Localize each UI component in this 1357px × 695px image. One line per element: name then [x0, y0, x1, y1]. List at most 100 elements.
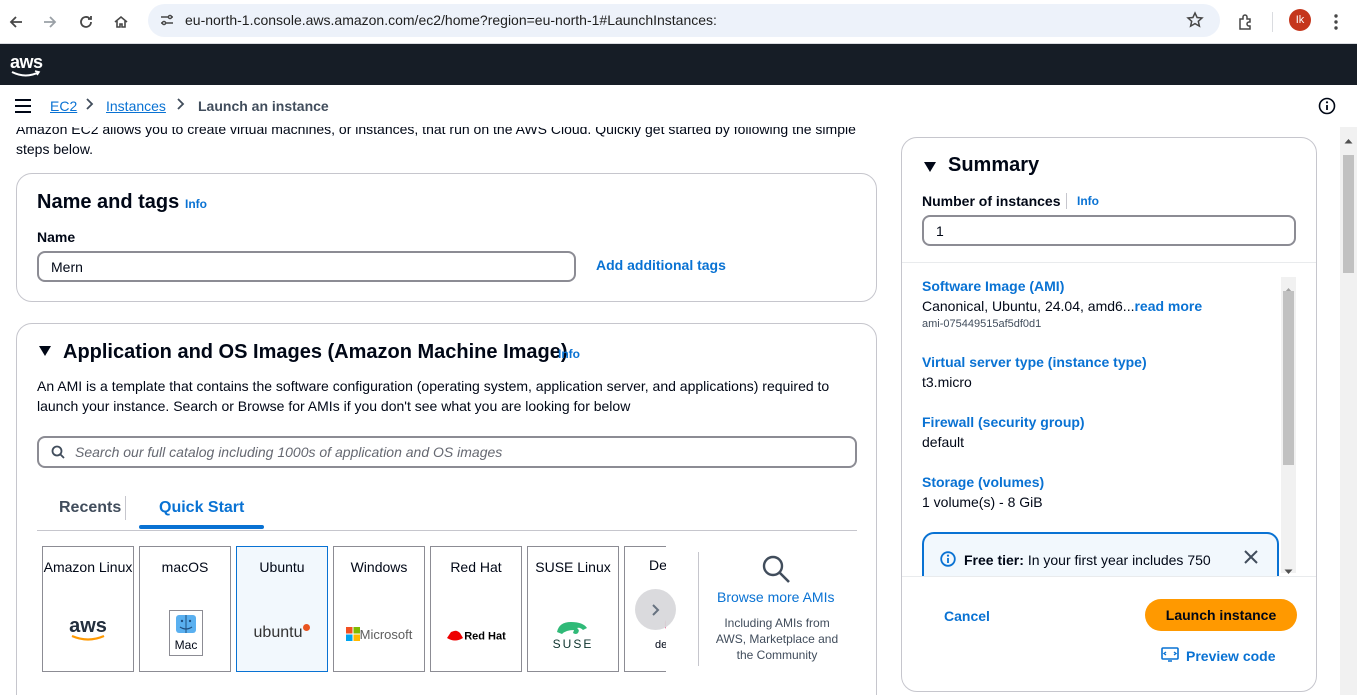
summary-ami-link[interactable]: Software Image (AMI) [922, 278, 1064, 294]
tab-recents[interactable]: Recents [59, 499, 121, 517]
name-label: Name [37, 229, 76, 245]
suse-logo-icon: SUSE [528, 618, 618, 651]
label-divider [1066, 193, 1067, 209]
browser-toolbar: eu-north-1.console.aws.amazon.com/ec2/ho… [0, 0, 1357, 44]
summary-instance-type-link[interactable]: Virtual server type (instance type) [922, 354, 1147, 370]
reload-icon[interactable] [72, 8, 100, 36]
chevron-right-icon [651, 603, 659, 616]
carousel-next-button[interactable] [635, 589, 676, 630]
cancel-button[interactable]: Cancel [944, 608, 990, 624]
bookmark-star-icon[interactable] [1186, 11, 1204, 34]
ami-tile-suse[interactable]: SUSE Linux SUSE [527, 546, 619, 672]
free-tier-alert: Free tier: In your first year includes 7… [922, 532, 1279, 576]
launch-form: Amazon EC2 allows you to create virtual … [0, 127, 893, 695]
ami-search-input[interactable]: Search our full catalog including 1000s … [37, 436, 857, 468]
mac-finder-icon: Mac [169, 610, 203, 656]
chevron-right-icon [176, 97, 186, 114]
url-text[interactable]: eu-north-1.console.aws.amazon.com/ec2/ho… [185, 12, 717, 28]
scroll-up-icon[interactable] [1344, 131, 1353, 149]
ami-tile-amazon-linux[interactable]: Amazon Linux aws [42, 546, 134, 672]
ami-title: Application and OS Images (Amazon Machin… [63, 341, 568, 363]
summary-scroll-region: Software Image (AMI) Canonical, Ubuntu, … [902, 274, 1282, 576]
summary-firewall-value: default [922, 434, 965, 450]
browser-menu-icon[interactable] [1322, 8, 1350, 36]
info-icon [940, 551, 956, 572]
aws-top-nav: aws [0, 44, 1357, 85]
microsoft-logo-icon: Microsoft [334, 625, 424, 642]
summary-storage-value: 1 volume(s) - 8 GiB [922, 494, 1043, 510]
caret-down-icon[interactable] [38, 344, 52, 362]
tile-label: Windows [350, 559, 408, 575]
profile-avatar[interactable]: Ik [1289, 9, 1311, 31]
summary-storage-link[interactable]: Storage (volumes) [922, 474, 1044, 490]
tab-quick-start[interactable]: Quick Start [159, 499, 244, 517]
tile-label: Ubuntu [259, 559, 305, 575]
site-settings-icon[interactable] [160, 13, 174, 32]
num-instances-label: Number of instances [922, 193, 1061, 209]
chevron-right-icon [85, 97, 95, 114]
name-tags-title: Name and tags [37, 191, 180, 213]
forward-icon[interactable] [36, 8, 64, 36]
tile-label: Amazon Linux [43, 559, 133, 575]
search-icon[interactable] [761, 554, 791, 589]
search-placeholder: Search our full catalog including 1000s … [75, 444, 503, 460]
summary-divider [902, 262, 1316, 263]
toolbar-divider [1272, 12, 1273, 32]
add-additional-tags-link[interactable]: Add additional tags [596, 257, 726, 273]
summary-firewall-link[interactable]: Firewall (security group) [922, 414, 1085, 430]
search-icon [51, 445, 65, 464]
extensions-icon[interactable] [1232, 8, 1260, 36]
ami-tile-ubuntu[interactable]: Ubuntu ubuntu [236, 546, 328, 672]
num-instances-info-link[interactable]: Info [1077, 194, 1099, 208]
summary-ami-id: ami-075449515af5df0d1 [922, 318, 1042, 330]
ami-info-link[interactable]: Info [558, 347, 580, 361]
tile-label: macOS [161, 559, 209, 575]
tile-label: SUSE Linux [535, 559, 611, 575]
aws-logo[interactable]: aws [10, 52, 43, 77]
summary-footer-divider [902, 576, 1316, 577]
home-icon[interactable] [107, 8, 135, 36]
tabs-underline [37, 530, 857, 531]
summary-panel: Summary Number of instances Info 1 Softw… [901, 137, 1317, 692]
page-scrollbar[interactable] [1340, 127, 1357, 695]
ubuntu-logo-icon: ubuntu [237, 624, 327, 642]
tab-divider [125, 496, 126, 520]
summary-scroll-thumb[interactable] [1283, 291, 1294, 465]
breadcrumb-ec2[interactable]: EC2 [50, 98, 77, 114]
breadcrumb-instances[interactable]: Instances [106, 98, 166, 114]
aws-logo-icon: aws [43, 615, 133, 642]
free-tier-text: Free tier: In your first year includes 7… [964, 552, 1211, 568]
address-bar[interactable]: eu-north-1.console.aws.amazon.com/ec2/ho… [148, 4, 1220, 37]
summary-instance-type-value: t3.micro [922, 374, 972, 390]
ami-tile-redhat[interactable]: Red Hat Red Hat [430, 546, 522, 672]
breadcrumb: EC2 Instances Launch an instance [0, 85, 1357, 127]
summary-scrollbar[interactable] [1281, 277, 1296, 574]
caret-down-icon[interactable] [923, 160, 937, 178]
ami-description: An AMI is a template that contains the s… [37, 378, 830, 414]
breadcrumb-current: Launch an instance [198, 98, 329, 114]
ami-tile-windows[interactable]: Windows Microsoft [333, 546, 425, 672]
scroll-down-icon[interactable] [1284, 562, 1293, 580]
tile-label: Red Hat [450, 559, 502, 575]
tab-active-indicator [139, 525, 264, 529]
page-scroll-thumb[interactable] [1343, 155, 1354, 273]
intro-text: Amazon EC2 allows you to create virtual … [16, 127, 856, 157]
info-panel-icon[interactable] [1318, 97, 1336, 120]
launch-instance-button[interactable]: Launch instance [1145, 599, 1297, 631]
preview-code-icon [1161, 647, 1179, 668]
summary-ami-value: Canonical, Ubuntu, 24.04, amd6...read mo… [922, 298, 1203, 314]
name-input[interactable]: Mern [37, 251, 576, 282]
preview-code-link[interactable]: Preview code [1186, 648, 1276, 664]
browse-more-description: Including AMIs from AWS, Marketplace and… [715, 616, 839, 662]
num-instances-input[interactable]: 1 [922, 215, 1296, 246]
ami-tile-macos[interactable]: macOS Mac [139, 546, 231, 672]
read-more-link[interactable]: read more [1134, 298, 1202, 314]
hamburger-menu-icon[interactable] [14, 98, 32, 119]
close-icon[interactable] [1244, 550, 1258, 569]
summary-title: Summary [948, 154, 1040, 176]
tiles-divider [698, 552, 699, 666]
browse-more-amis-link[interactable]: Browse more AMIs [717, 589, 834, 605]
redhat-logo-icon: Red Hat [431, 627, 521, 643]
back-icon[interactable] [2, 8, 30, 36]
name-tags-info-link[interactable]: Info [185, 197, 207, 211]
